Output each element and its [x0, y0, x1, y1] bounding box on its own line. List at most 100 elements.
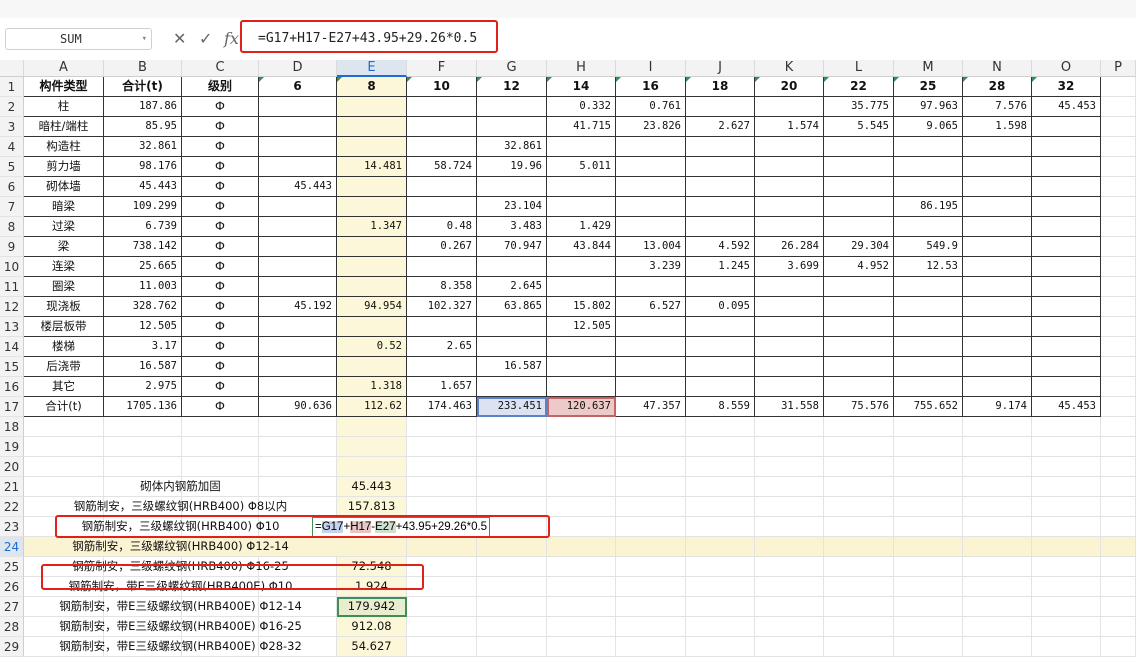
table-cell[interactable] — [894, 377, 963, 397]
table-cell[interactable]: 75.576 — [824, 397, 894, 417]
row-label[interactable]: 圈梁 — [24, 277, 104, 297]
table-cell[interactable] — [1032, 137, 1101, 157]
table-cell[interactable] — [616, 137, 686, 157]
empty-cell[interactable] — [824, 597, 894, 617]
empty-cell[interactable] — [616, 537, 686, 557]
table-cell[interactable] — [824, 177, 894, 197]
empty-cell[interactable] — [755, 577, 824, 597]
table-cell[interactable] — [686, 137, 755, 157]
table-cell[interactable]: 1.657 — [407, 377, 477, 397]
empty-cell[interactable] — [1032, 617, 1101, 637]
table-cell[interactable]: 328.762 — [104, 297, 182, 317]
table-cell[interactable] — [337, 237, 407, 257]
table-cell[interactable] — [259, 357, 337, 377]
table-cell[interactable] — [686, 337, 755, 357]
empty-cell[interactable] — [1101, 437, 1136, 457]
table-cell[interactable] — [1032, 177, 1101, 197]
empty-cell[interactable] — [1032, 637, 1101, 657]
empty-cell[interactable] — [407, 457, 477, 477]
table-header-cell[interactable]: 构件类型 — [24, 77, 104, 97]
empty-cell[interactable] — [686, 597, 755, 617]
empty-cell[interactable] — [686, 637, 755, 657]
table-cell[interactable] — [686, 197, 755, 217]
col-header-p[interactable]: P — [1101, 60, 1136, 77]
table-cell[interactable]: 15.802 — [547, 297, 616, 317]
table-cell[interactable]: 0.095 — [686, 297, 755, 317]
empty-cell[interactable] — [894, 417, 963, 437]
empty-cell[interactable] — [1032, 417, 1101, 437]
table-cell[interactable]: 5.011 — [547, 157, 616, 177]
table-cell[interactable] — [259, 317, 337, 337]
table-cell[interactable] — [755, 377, 824, 397]
table-cell[interactable] — [963, 157, 1032, 177]
empty-cell[interactable] — [547, 577, 616, 597]
table-cell[interactable] — [547, 277, 616, 297]
table-cell[interactable]: 7.576 — [963, 97, 1032, 117]
row-header-16[interactable]: 16 — [0, 377, 24, 397]
table-cell[interactable]: 0.48 — [407, 217, 477, 237]
empty-cell[interactable] — [477, 477, 547, 497]
check-icon[interactable]: ✓ — [199, 28, 212, 50]
empty-cell[interactable] — [894, 497, 963, 517]
row-header-7[interactable]: 7 — [0, 197, 24, 217]
row-header-26[interactable]: 26 — [0, 577, 24, 597]
table-cell[interactable]: 120.637 — [547, 397, 616, 417]
empty-cell[interactable] — [24, 417, 104, 437]
row-header-29[interactable]: 29 — [0, 637, 24, 657]
empty-cell[interactable] — [547, 557, 616, 577]
table-cell[interactable]: 97.963 — [894, 97, 963, 117]
empty-cell[interactable] — [963, 517, 1032, 537]
table-cell[interactable] — [1032, 257, 1101, 277]
table-cell[interactable] — [259, 197, 337, 217]
row-header-8[interactable]: 8 — [0, 217, 24, 237]
table-cell[interactable] — [824, 297, 894, 317]
table-cell[interactable]: 45.453 — [1032, 97, 1101, 117]
empty-cell[interactable] — [547, 597, 616, 617]
table-cell[interactable] — [1032, 357, 1101, 377]
row-header-24[interactable]: 24 — [0, 537, 24, 557]
table-cell[interactable] — [963, 197, 1032, 217]
row-header-15[interactable]: 15 — [0, 357, 24, 377]
table-header-cell[interactable]: 合计(t) — [104, 77, 182, 97]
table-cell[interactable] — [547, 257, 616, 277]
empty-cell[interactable] — [547, 477, 616, 497]
empty-cell[interactable] — [24, 457, 104, 477]
empty-cell[interactable] — [407, 497, 477, 517]
table-cell[interactable]: 11.003 — [104, 277, 182, 297]
empty-cell[interactable] — [1101, 117, 1136, 137]
table-cell[interactable]: Ф — [182, 177, 259, 197]
table-cell[interactable]: 23.826 — [616, 117, 686, 137]
table-cell[interactable] — [337, 357, 407, 377]
col-header-o[interactable]: O — [1032, 60, 1101, 77]
empty-cell[interactable] — [104, 417, 182, 437]
summary-value[interactable]: 912.08 — [337, 617, 407, 637]
table-cell[interactable]: 8.358 — [407, 277, 477, 297]
row-label[interactable]: 砌体墙 — [24, 177, 104, 197]
table-cell[interactable]: 32.861 — [477, 137, 547, 157]
row-header-21[interactable]: 21 — [0, 477, 24, 497]
empty-cell[interactable] — [547, 537, 616, 557]
table-cell[interactable] — [894, 357, 963, 377]
table-cell[interactable] — [755, 157, 824, 177]
table-cell[interactable] — [894, 337, 963, 357]
empty-cell[interactable] — [407, 597, 477, 617]
table-cell[interactable] — [547, 357, 616, 377]
row-label[interactable]: 柱 — [24, 97, 104, 117]
empty-cell[interactable] — [686, 437, 755, 457]
table-cell[interactable]: 45.453 — [1032, 397, 1101, 417]
row-label[interactable]: 暗柱/端柱 — [24, 117, 104, 137]
table-cell[interactable] — [755, 137, 824, 157]
table-cell[interactable] — [1032, 297, 1101, 317]
table-cell[interactable]: 0.52 — [337, 337, 407, 357]
table-header-cell[interactable]: 18 — [686, 77, 755, 97]
table-header-cell[interactable]: 10 — [407, 77, 477, 97]
empty-cell[interactable] — [1101, 557, 1136, 577]
table-header-cell[interactable]: 14 — [547, 77, 616, 97]
empty-cell[interactable] — [616, 597, 686, 617]
empty-cell[interactable] — [686, 477, 755, 497]
table-cell[interactable] — [337, 257, 407, 277]
summary-label[interactable]: 钢筋制安，带E三级螺纹钢(HRB400E) Φ16-25 — [24, 617, 337, 637]
table-cell[interactable]: 112.62 — [337, 397, 407, 417]
table-cell[interactable] — [337, 97, 407, 117]
row-label[interactable]: 后浇带 — [24, 357, 104, 377]
